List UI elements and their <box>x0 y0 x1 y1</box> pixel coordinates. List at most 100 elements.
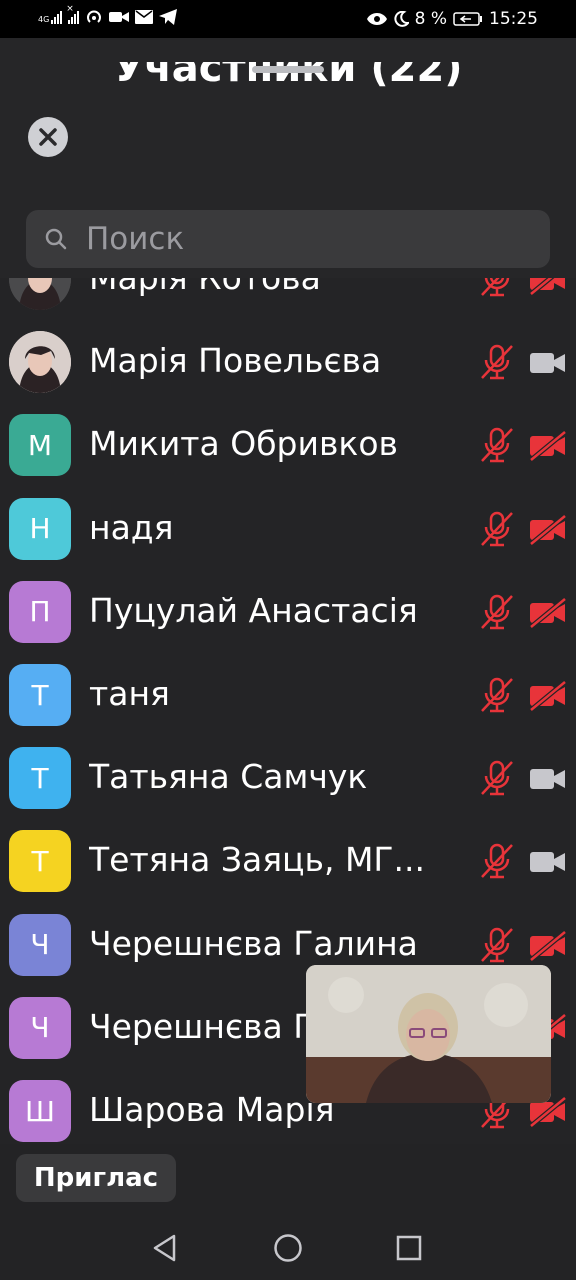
home-button[interactable] <box>268 1228 308 1268</box>
mic-muted-icon <box>481 594 513 630</box>
home-icon <box>274 1234 302 1262</box>
mic-status <box>478 510 516 552</box>
video-preview[interactable] <box>306 965 551 1103</box>
avatar-letter: Т <box>31 844 49 878</box>
video-preview-image <box>306 965 551 1103</box>
back-button[interactable] <box>145 1228 185 1268</box>
camera-on-icon <box>530 852 565 873</box>
drag-handle[interactable] <box>252 66 324 73</box>
avatar-letter: Ч <box>30 928 50 962</box>
camera-status <box>529 680 567 715</box>
participant-row[interactable]: Ттаня <box>0 654 576 737</box>
battery-percent: 8 % <box>414 9 447 29</box>
mic-status <box>478 842 516 884</box>
participants-header: Участники (22) <box>0 38 576 278</box>
participant-name: Черешнєва Галина <box>89 923 418 963</box>
avatar-letter: М <box>27 428 53 462</box>
avatar-letter: Т <box>31 678 49 712</box>
telegram-icon <box>159 9 178 25</box>
clock: 15:25 <box>489 9 538 29</box>
camera-status <box>529 513 567 549</box>
camera-off-icon <box>529 430 567 463</box>
avatar: Н <box>9 497 71 560</box>
mic-status <box>478 759 516 801</box>
participant-row[interactable]: Т Тетяна Заяць, МГ... <box>0 820 576 903</box>
participant-name: Марія Котова <box>89 278 321 298</box>
camera-on-icon <box>530 353 565 374</box>
mic-status <box>478 593 516 635</box>
status-right-icons: 8 % 15:25 <box>366 9 538 29</box>
close-icon <box>39 128 57 146</box>
participant-name: Татьяна Самчук <box>89 757 368 797</box>
camera-off-icon <box>529 596 567 629</box>
camera-status <box>529 847 567 881</box>
participant-row[interactable]: М Микита Обривков <box>0 404 576 487</box>
participant-row[interactable]: Т Татьяна Самчук <box>0 737 576 820</box>
avatar-letter: Ш <box>25 1094 55 1128</box>
search-icon <box>45 228 67 250</box>
mic-muted-icon <box>481 927 513 962</box>
participant-name: Тетяна Заяць, МГ... <box>89 840 426 880</box>
mic-status <box>478 926 516 968</box>
hotspot-icon <box>87 10 102 23</box>
mic-muted-icon <box>481 428 513 463</box>
avatar-photo <box>9 331 71 394</box>
mic-muted-icon <box>481 760 513 796</box>
avatar-letter: Ч <box>30 1011 50 1045</box>
camera-status <box>529 348 567 382</box>
recents-button[interactable] <box>389 1228 429 1268</box>
mic-muted-icon <box>481 511 513 546</box>
avatar-photo <box>9 278 71 310</box>
avatar: Ч <box>9 996 71 1059</box>
avatar-letter: Н <box>29 512 51 546</box>
network-label: 4G <box>38 15 50 24</box>
video-icon <box>109 12 130 22</box>
invite-button[interactable]: Приглас <box>16 1154 176 1202</box>
avatar-letter: П <box>29 595 51 629</box>
camera-status <box>529 596 567 632</box>
mic-status <box>478 676 516 718</box>
avatar <box>9 278 71 310</box>
participant-name: Марія Повельєва <box>89 341 382 381</box>
mic-muted-icon <box>481 844 513 879</box>
participant-name: Шарова Марія <box>89 1090 335 1129</box>
mic-status <box>478 343 516 385</box>
participant-name: Пуцулай Анастасія <box>89 590 418 630</box>
back-icon <box>153 1234 176 1262</box>
participant-name: таня <box>89 674 170 713</box>
signal-icon: 4G <box>38 10 63 24</box>
camera-status <box>529 430 567 465</box>
bottom-bar: Приглас <box>0 1144 576 1214</box>
recents-icon <box>396 1235 422 1261</box>
camera-off-icon <box>529 680 567 712</box>
camera-off-icon <box>529 929 567 962</box>
mic-muted-icon <box>481 677 513 713</box>
camera-status <box>529 929 567 965</box>
search-input[interactable] <box>84 220 508 258</box>
participant-name: Микита Обривков <box>89 424 398 464</box>
avatar: Т <box>9 664 71 726</box>
battery-icon <box>453 12 482 26</box>
mic-status <box>478 278 516 302</box>
avatar: Т <box>9 830 71 893</box>
moon-icon <box>394 11 409 27</box>
mail-icon <box>135 10 154 24</box>
avatar: Ш <box>9 1080 71 1142</box>
avatar: П <box>9 580 71 643</box>
mic-muted-icon <box>481 344 513 380</box>
status-bar: 4G × 8 % 15:25 <box>0 0 576 38</box>
avatar <box>9 331 71 394</box>
participant-row[interactable]: П Пуцулай Анастасія <box>0 571 576 654</box>
participant-row[interactable]: Марія Повельєва <box>0 321 576 404</box>
avatar: Т <box>9 747 71 810</box>
camera-off-icon <box>529 278 565 296</box>
participant-row[interactable]: Ннадя <box>0 488 576 571</box>
mic-status <box>478 426 516 468</box>
participant-name: надя <box>89 507 174 547</box>
signal-x-icon: × <box>66 4 80 24</box>
search-bar[interactable] <box>26 210 550 268</box>
participant-row[interactable]: Марія Котова <box>0 278 576 321</box>
close-button[interactable] <box>28 117 68 157</box>
status-left-icons: 4G × <box>38 4 178 26</box>
mic-muted-icon <box>481 278 510 297</box>
